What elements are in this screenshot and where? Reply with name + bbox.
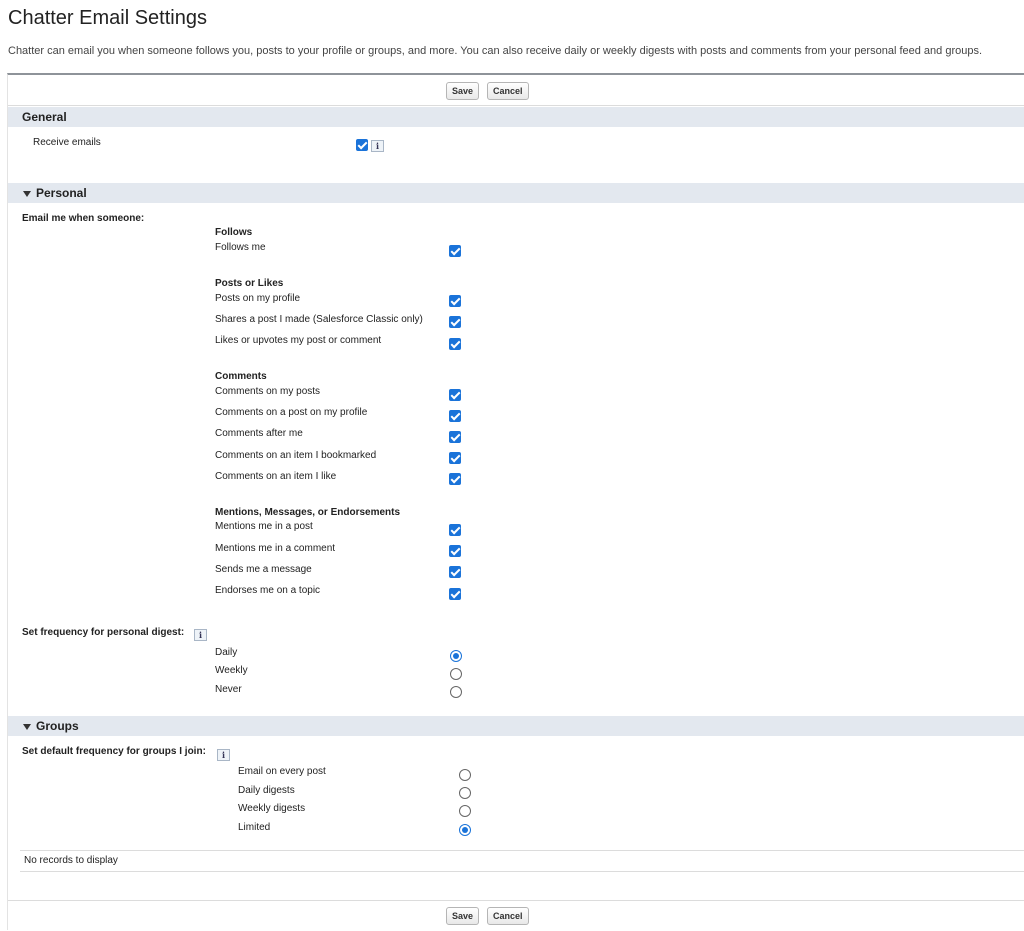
group-heading-comments: Comments bbox=[215, 371, 267, 382]
collapse-triangle-icon bbox=[23, 724, 31, 730]
pref-label: Follows me bbox=[215, 242, 266, 253]
group-daily-radio[interactable] bbox=[459, 787, 471, 799]
personal-digest-label: Set frequency for personal digest: bbox=[22, 627, 185, 638]
digest-weekly-radio[interactable] bbox=[450, 668, 462, 680]
section-personal-heading: Personal bbox=[36, 186, 87, 200]
pref-label: Comments on an item I bookmarked bbox=[215, 450, 377, 461]
pref-label: Comments on my posts bbox=[215, 386, 321, 397]
group-heading-follows: Follows bbox=[215, 227, 253, 238]
section-groups[interactable]: Groups bbox=[8, 716, 1024, 736]
comments-my-posts-checkbox[interactable] bbox=[449, 389, 461, 401]
section-general: General bbox=[8, 107, 1024, 127]
save-button[interactable]: Save bbox=[446, 907, 480, 925]
email-me-when-label: Email me when someone: bbox=[22, 213, 145, 224]
comments-post-profile-checkbox[interactable] bbox=[449, 410, 461, 422]
digest-option-label: Daily bbox=[215, 647, 238, 658]
endorses-topic-checkbox[interactable] bbox=[449, 588, 461, 600]
groups-info-icon[interactable]: i bbox=[217, 749, 230, 761]
section-groups-heading: Groups bbox=[36, 719, 79, 733]
page-description: Chatter can email you when someone follo… bbox=[8, 45, 983, 57]
pref-label: Comments on a post on my profile bbox=[215, 407, 368, 418]
pref-label: Endorses me on a topic bbox=[215, 585, 321, 596]
cancel-button[interactable]: Cancel bbox=[487, 907, 529, 925]
digest-option-label: Weekly bbox=[215, 665, 248, 676]
sends-message-checkbox[interactable] bbox=[449, 566, 461, 578]
receive-emails-checkbox[interactable] bbox=[356, 139, 368, 151]
follows-me-checkbox[interactable] bbox=[449, 245, 461, 257]
group-option-label: Limited bbox=[238, 822, 271, 833]
section-personal[interactable]: Personal bbox=[8, 183, 1024, 203]
pref-label: Mentions me in a comment bbox=[215, 543, 336, 554]
pref-label: Comments on an item I like bbox=[215, 471, 337, 482]
save-button[interactable]: Save bbox=[446, 82, 480, 100]
group-heading-posts-likes: Posts or Likes bbox=[215, 278, 284, 289]
pref-label: Mentions me in a post bbox=[215, 521, 313, 532]
section-general-heading: General bbox=[22, 110, 67, 124]
receive-emails-info-icon[interactable]: i bbox=[371, 140, 384, 152]
mentions-post-checkbox[interactable] bbox=[449, 524, 461, 536]
digest-daily-radio[interactable] bbox=[450, 650, 462, 662]
pref-label: Sends me a message bbox=[215, 564, 312, 575]
comments-after-me-checkbox[interactable] bbox=[449, 431, 461, 443]
pref-label: Comments after me bbox=[215, 428, 303, 439]
group-option-label: Daily digests bbox=[238, 785, 295, 796]
comments-bookmarked-checkbox[interactable] bbox=[449, 452, 461, 464]
collapse-triangle-icon bbox=[23, 191, 31, 197]
digest-option-label: Never bbox=[215, 684, 242, 695]
group-heading-mentions: Mentions, Messages, or Endorsements bbox=[215, 507, 401, 518]
comments-item-like-checkbox[interactable] bbox=[449, 473, 461, 485]
receive-emails-label: Receive emails bbox=[33, 137, 101, 148]
digest-never-radio[interactable] bbox=[450, 686, 462, 698]
shares-post-checkbox[interactable] bbox=[449, 316, 461, 328]
group-limited-radio[interactable] bbox=[459, 824, 471, 836]
top-button-bar: Save Cancel bbox=[8, 76, 1024, 106]
group-option-label: Email on every post bbox=[238, 766, 326, 777]
group-option-label: Weekly digests bbox=[238, 803, 306, 814]
mentions-comment-checkbox[interactable] bbox=[449, 545, 461, 557]
page-title: Chatter Email Settings bbox=[8, 7, 207, 29]
bottom-button-bar: Save Cancel bbox=[8, 900, 1024, 930]
no-records-message: No records to display bbox=[20, 850, 1024, 872]
cancel-button[interactable]: Cancel bbox=[487, 82, 529, 100]
group-weekly-radio[interactable] bbox=[459, 805, 471, 817]
groups-default-label: Set default frequency for groups I join: bbox=[22, 746, 206, 757]
likes-upvotes-checkbox[interactable] bbox=[449, 338, 461, 350]
pref-label: Posts on my profile bbox=[215, 293, 301, 304]
personal-digest-info-icon[interactable]: i bbox=[194, 629, 207, 641]
group-every-post-radio[interactable] bbox=[459, 769, 471, 781]
posts-on-profile-checkbox[interactable] bbox=[449, 295, 461, 307]
pref-label: Likes or upvotes my post or comment bbox=[215, 335, 382, 346]
pref-label: Shares a post I made (Salesforce Classic… bbox=[215, 314, 423, 325]
